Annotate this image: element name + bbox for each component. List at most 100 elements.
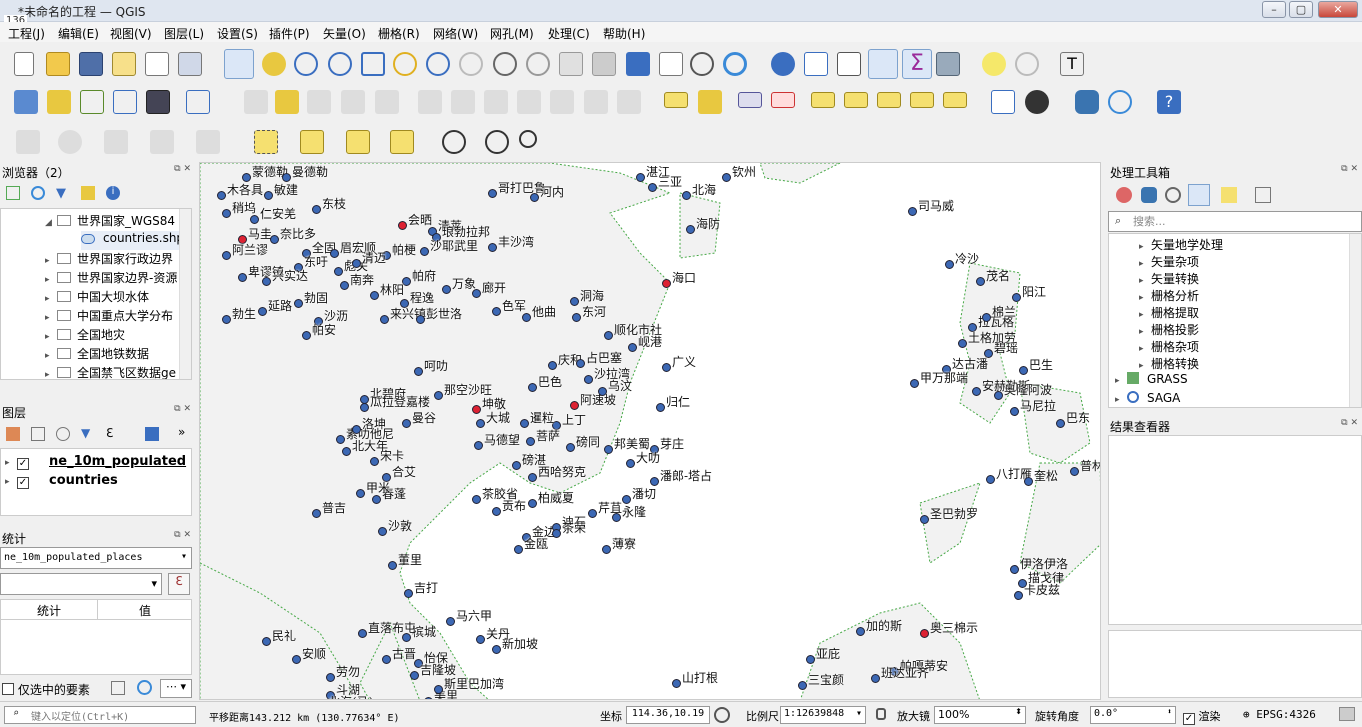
processing-item[interactable]: ▸ 栅格转换: [1139, 355, 1199, 372]
data-source-manager-icon[interactable]: [14, 90, 38, 114]
expression-icon[interactable]: ℇ: [168, 573, 190, 595]
change-label-icon[interactable]: [943, 92, 967, 108]
map-tips-icon[interactable]: [982, 52, 1006, 76]
scale-field[interactable]: 1:12639848 ▾: [780, 706, 866, 724]
copy-stats-icon[interactable]: [111, 681, 125, 695]
pan-tool-icon[interactable]: [224, 49, 254, 79]
manage-themes-icon[interactable]: [56, 427, 70, 441]
layer-item-countries[interactable]: ▸ ✓ countries: [5, 473, 118, 492]
stats-col-header[interactable]: 值: [98, 600, 192, 620]
browser-item-shapefile[interactable]: countries.shp: [81, 231, 191, 250]
map-canvas[interactable]: 蒙德勒 曼德勒 木各具 敏建 东枝 稍坞 仁安羌 马圭 奈比多 阿兰谬 全固 眉宏顺 帕梗 卑谬镇 东吁 兴实…: [199, 162, 1101, 700]
metasearch-icon[interactable]: [1108, 90, 1132, 114]
menu-project[interactable]: 工程(J): [8, 25, 45, 42]
filter-legend-icon[interactable]: ▼: [81, 426, 90, 440]
refresh-browser-icon[interactable]: [31, 186, 45, 200]
menu-edit[interactable]: 编辑(E): [58, 25, 99, 42]
browser-item[interactable]: ◢ 世界国家_WGS84: [45, 212, 175, 231]
attribute-table-icon[interactable]: [804, 52, 828, 76]
collapse-all-icon[interactable]: [81, 186, 95, 200]
select-location-icon[interactable]: [390, 130, 414, 154]
magnifier-field[interactable]: 100% ⬍: [934, 706, 1026, 724]
maximize-button[interactable]: ▢: [1289, 1, 1313, 18]
diagram-icon[interactable]: [698, 90, 722, 114]
menu-plugins[interactable]: 插件(P): [269, 25, 310, 42]
print-layout-icon[interactable]: [145, 52, 169, 76]
zoom-out-icon[interactable]: [328, 52, 352, 76]
settings-gear-icon[interactable]: [485, 130, 509, 154]
browser-item[interactable]: ▸ 中国重点大学分布: [45, 307, 173, 326]
processing-scrollbar[interactable]: [1349, 234, 1361, 407]
add-group-icon[interactable]: [31, 427, 45, 441]
expression-filter-icon[interactable]: ℇ: [106, 426, 113, 440]
layer-item-populated[interactable]: ▸ ✓ ne_10m_populated: [5, 454, 186, 473]
new-bookmark-icon[interactable]: [626, 52, 650, 76]
coordinate-field[interactable]: 114.36,10.19: [626, 706, 710, 724]
browser-item[interactable]: ▸ 全国禁飞区数据ge: [45, 364, 176, 379]
show-unplaced-icon[interactable]: [771, 92, 795, 108]
layer-style-icon[interactable]: [6, 427, 20, 441]
stats-menu-button[interactable]: ⋯ ▾: [160, 679, 192, 698]
panel-float-close-icon[interactable]: ⧉ ✕: [174, 530, 191, 540]
move-label-icon[interactable]: [877, 92, 901, 108]
processing-item-grass[interactable]: ▸ GRASS: [1115, 372, 1188, 389]
heatmap-icon[interactable]: [1025, 90, 1049, 114]
info-icon[interactable]: i: [106, 186, 120, 200]
pencil-icon[interactable]: [275, 90, 299, 114]
rotation-field[interactable]: 0.0° ⬍: [1090, 706, 1176, 724]
zoom-native-icon[interactable]: [459, 52, 483, 76]
menu-vector[interactable]: 矢量(O): [323, 25, 366, 42]
processing-item-saga[interactable]: ▸ SAGA: [1115, 391, 1180, 407]
new-geopackage-icon[interactable]: [47, 90, 71, 114]
processing-item[interactable]: ▸ 栅格投影: [1139, 321, 1199, 338]
show-hide-label-icon[interactable]: [844, 92, 868, 108]
more-icon[interactable]: »: [178, 425, 185, 439]
vertex-tool-icon[interactable]: [186, 90, 210, 114]
processing-item[interactable]: ▸ 栅格杂项: [1139, 338, 1199, 355]
processing-search-input[interactable]: ⌕ 搜索...: [1108, 211, 1362, 232]
zoom-selection-icon[interactable]: [393, 52, 417, 76]
new-map-view-icon[interactable]: [559, 52, 583, 76]
new-shapefile-icon[interactable]: [80, 90, 104, 114]
python-icon[interactable]: [1075, 90, 1099, 114]
gps-icon[interactable]: [146, 90, 170, 114]
menu-layer[interactable]: 图层(L): [164, 25, 204, 42]
browser-item[interactable]: ▸ 中国大坝水体: [45, 288, 149, 307]
browser-item[interactable]: ▸ 全国地灾: [45, 326, 125, 345]
menu-raster[interactable]: 栅格(R): [378, 25, 420, 42]
processing-toolbox-icon[interactable]: [868, 49, 898, 79]
render-checkbox[interactable]: ✓ 渲染: [1183, 708, 1221, 725]
processing-item[interactable]: ▸ 矢量转换: [1139, 270, 1199, 287]
toggle-extents-icon[interactable]: [714, 707, 730, 723]
georeferencer-icon[interactable]: [991, 90, 1015, 114]
new-project-icon[interactable]: [14, 52, 34, 76]
style-manager-icon[interactable]: [178, 52, 202, 76]
add-selected-icon[interactable]: [6, 186, 20, 200]
statistics-icon[interactable]: Σ: [902, 49, 932, 79]
minimize-button[interactable]: –: [1262, 1, 1286, 18]
menu-processing[interactable]: 处理(C): [548, 25, 590, 42]
menu-mesh[interactable]: 网孔(M): [490, 25, 534, 42]
menu-help[interactable]: 帮助(H): [603, 25, 645, 42]
lock-scale-icon[interactable]: [876, 708, 886, 720]
history-icon[interactable]: [1165, 187, 1181, 203]
processing-item[interactable]: ▸ 矢量地学处理: [1139, 236, 1223, 253]
digitize-icon[interactable]: [113, 90, 137, 114]
deselect-icon[interactable]: [346, 130, 370, 154]
locator-search[interactable]: ⌕ 键入以定位(Ctrl+K): [4, 706, 196, 724]
browser-item[interactable]: ▸ 世界国家行政边界: [45, 250, 173, 269]
panel-float-close-icon[interactable]: ⧉ ✕: [174, 164, 191, 174]
menu-settings[interactable]: 设置(S): [217, 25, 258, 42]
stats-layer-select[interactable]: ne_10m_populated_places ▾: [0, 547, 192, 569]
zoom-full-icon[interactable]: [361, 52, 385, 76]
close-button[interactable]: ✕: [1318, 1, 1358, 18]
refresh-icon[interactable]: [723, 52, 747, 76]
identify-icon[interactable]: [771, 52, 795, 76]
browser-scrollbar[interactable]: [179, 209, 191, 379]
globe-icon[interactable]: [442, 130, 466, 154]
only-selected-checkbox[interactable]: 仅选中的要素: [2, 681, 90, 698]
zoom-next-icon[interactable]: [526, 52, 550, 76]
new-3d-view-icon[interactable]: [592, 52, 616, 76]
browser-item[interactable]: ▸ 全国地铁数据: [45, 345, 149, 364]
processing-item[interactable]: ▸ 栅格分析: [1139, 287, 1199, 304]
